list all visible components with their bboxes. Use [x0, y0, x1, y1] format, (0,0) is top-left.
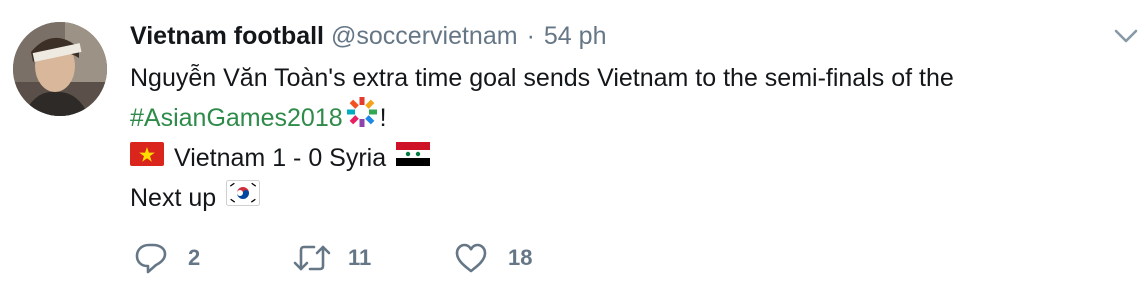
reply-button[interactable]: 2 — [134, 240, 200, 276]
tweet-actions: 2 11 18 — [134, 240, 734, 276]
tweet-text-line: #AsianGames2018 ! — [130, 95, 1120, 141]
exclamation-text: ! — [379, 104, 387, 132]
timestamp[interactable]: 54 ph — [544, 20, 607, 52]
retweet-button[interactable]: 11 — [292, 240, 371, 276]
tweet-text-line: Next up — [130, 178, 1120, 218]
tweet-card[interactable]: Vietnam football @soccervietnam · 54 ph … — [0, 0, 1145, 286]
tweet-text-line-1: Nguyễn Văn Toàn's extra time goal sends … — [130, 64, 954, 92]
avatar[interactable] — [13, 22, 107, 116]
hashtag-link[interactable]: #AsianGames2018 — [130, 98, 343, 138]
next-up-text: Next up — [130, 184, 217, 212]
retweet-icon[interactable] — [292, 242, 332, 274]
reply-count: 2 — [188, 245, 201, 270]
chevron-down-icon[interactable] — [1113, 26, 1139, 46]
user-handle[interactable]: @soccervietnam — [331, 20, 518, 52]
syria-flag-icon — [396, 138, 431, 178]
like-count: 18 — [508, 245, 533, 270]
heart-icon[interactable] — [454, 242, 488, 274]
tweet-text: Nguyễn Văn Toàn's extra time goal sends … — [130, 58, 1120, 218]
tweet-text-line: Vietnam 1 - 0 Syria — [130, 138, 1120, 178]
header-separator: · — [526, 22, 535, 50]
asian-games-logo-icon — [345, 95, 379, 141]
match-score-text: Vietnam 1 - 0 Syria — [174, 144, 387, 172]
tweet-header: Vietnam football @soccervietnam · 54 ph — [130, 20, 606, 52]
tweet-text-line: Nguyễn Văn Toàn's extra time goal sends … — [130, 58, 1120, 98]
vietnam-flag-icon — [130, 138, 164, 178]
retweet-count: 11 — [348, 245, 372, 270]
reply-icon[interactable] — [134, 242, 168, 274]
south-korea-flag-icon — [226, 178, 261, 218]
display-name[interactable]: Vietnam football — [130, 20, 324, 52]
like-button[interactable]: 18 — [454, 240, 532, 276]
